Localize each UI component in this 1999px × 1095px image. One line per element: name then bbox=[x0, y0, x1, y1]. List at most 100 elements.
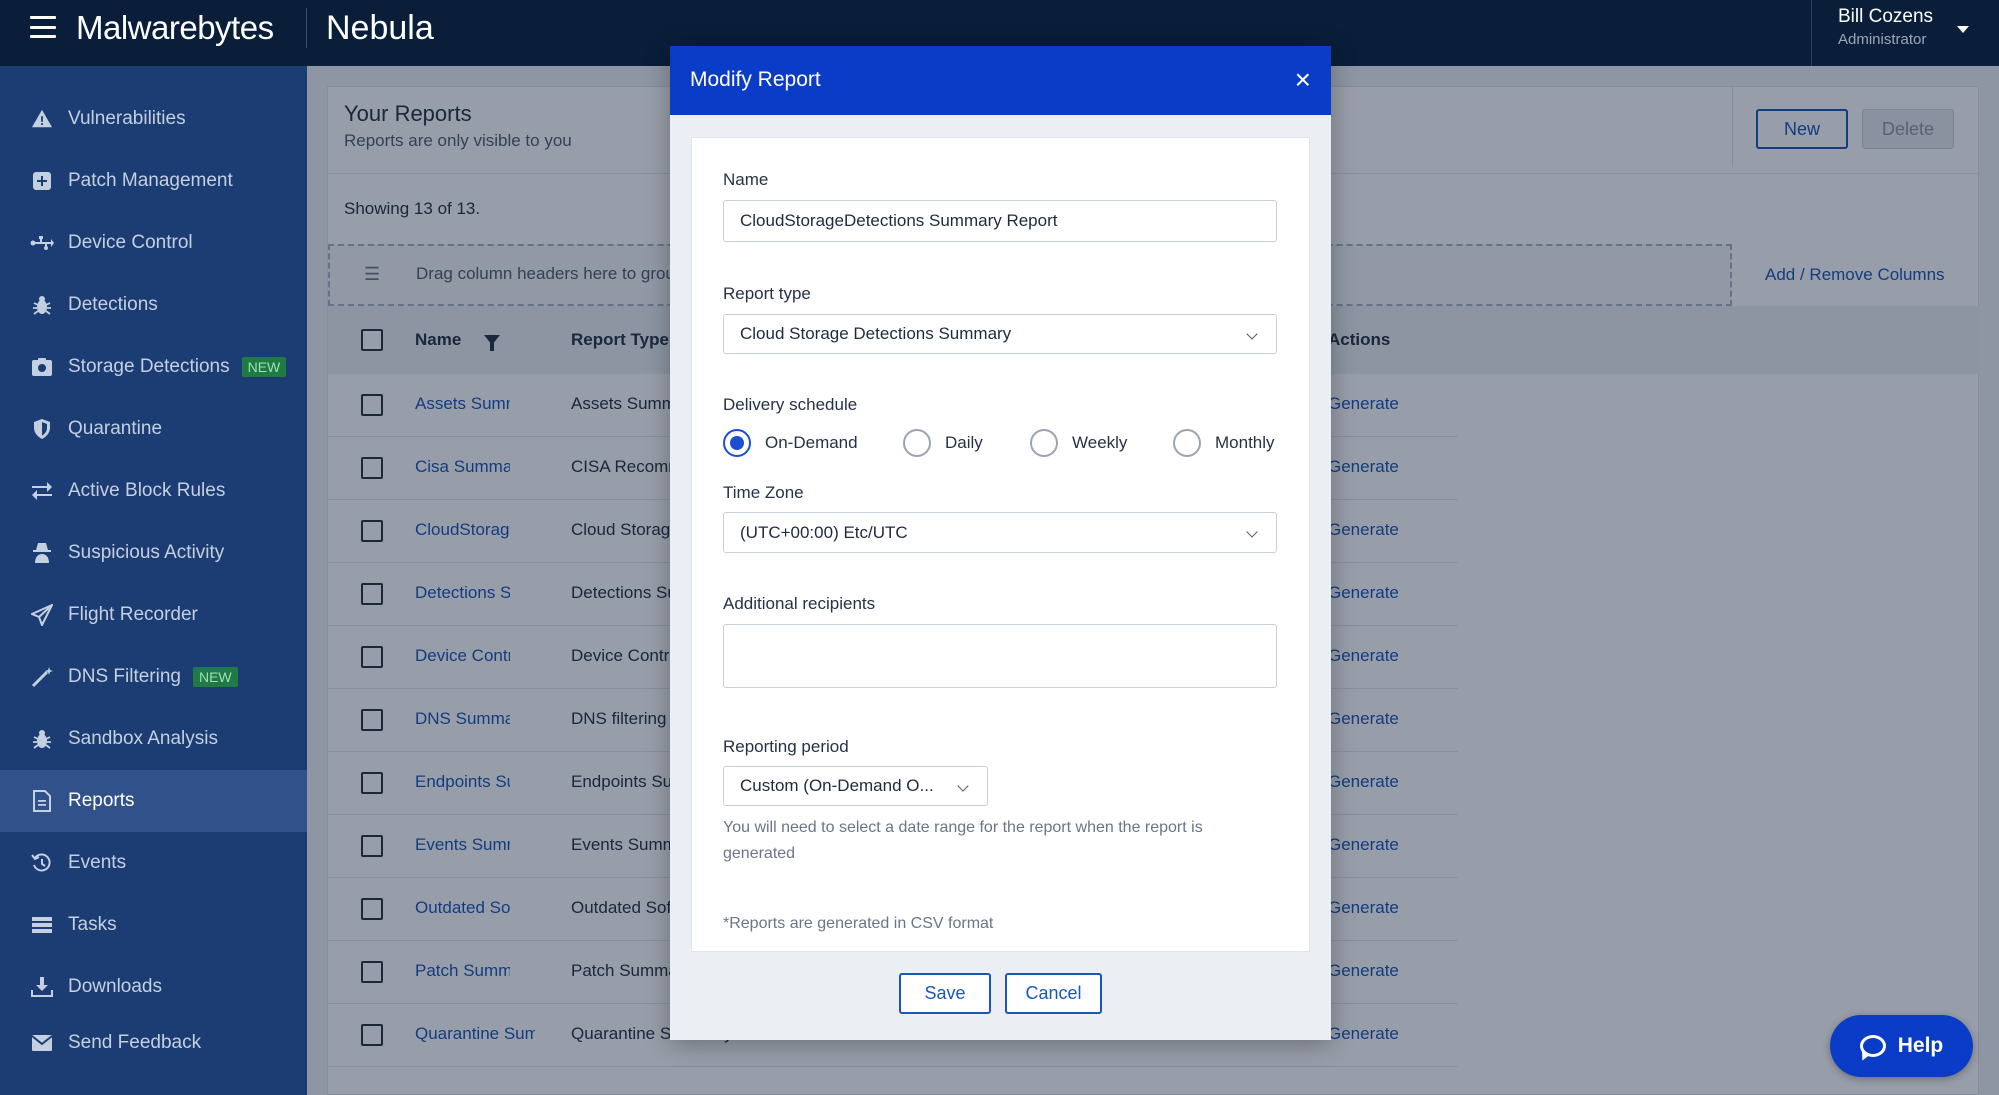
bug-icon bbox=[30, 727, 54, 751]
history-icon bbox=[30, 851, 54, 875]
sidebar-item-label: Vulnerabilities bbox=[68, 108, 186, 129]
sidebar-item-label: Downloads bbox=[68, 976, 162, 997]
sidebar-item-send-feedback[interactable]: Send Feedback bbox=[0, 1012, 307, 1074]
logo-divider bbox=[306, 8, 307, 48]
arrows-icon bbox=[30, 479, 54, 503]
menu-icon[interactable] bbox=[30, 16, 56, 38]
name-label: Name bbox=[723, 170, 769, 189]
report-type-select[interactable]: Cloud Storage Detections Summary bbox=[723, 314, 1277, 354]
sidebar-item-events[interactable]: Events bbox=[0, 832, 307, 894]
radio-label: Monthly bbox=[1215, 433, 1275, 452]
sidebar-item-suspicious-activity[interactable]: Suspicious Activity bbox=[0, 522, 307, 584]
radio-weekly[interactable]: Weekly bbox=[1030, 428, 1127, 458]
sidebar-item-label: Quarantine bbox=[68, 418, 163, 439]
reporting-period-note: You will need to select a date range for… bbox=[723, 819, 1203, 862]
radio-unselected-icon bbox=[1173, 429, 1201, 457]
caret-down-icon[interactable] bbox=[1957, 26, 1969, 33]
sidebar-item-label: Detections bbox=[68, 294, 158, 315]
sidebar-item-reports[interactable]: Reports bbox=[0, 770, 307, 832]
sidebar-item-label: Patch Management bbox=[68, 170, 233, 191]
send-icon bbox=[30, 603, 54, 627]
dialog-form: Name CloudStorageDetections Summary Repo… bbox=[691, 137, 1310, 952]
timezone-select[interactable]: (UTC+00:00) Etc/UTC bbox=[723, 512, 1277, 553]
sidebar-item-quarantine[interactable]: Quarantine bbox=[0, 398, 307, 460]
sidebar-item-label: Active Block Rules bbox=[68, 480, 226, 501]
download-icon bbox=[30, 975, 54, 999]
sidebar-item-storage-detections[interactable]: Storage Detections NEW bbox=[0, 336, 307, 398]
sidebar-item-detections[interactable]: Detections bbox=[0, 274, 307, 336]
help-button[interactable]: Help bbox=[1830, 1015, 1973, 1077]
bug-icon bbox=[30, 293, 54, 317]
sidebar-item-label: Send Feedback bbox=[68, 1032, 202, 1053]
logo[interactable]: Malwarebytes bbox=[76, 7, 274, 49]
modify-report-dialog: Modify Report × Name CloudStorageDetecti… bbox=[670, 46, 1331, 1040]
sidebar-item-label: Events bbox=[68, 852, 127, 873]
product-name: Nebula bbox=[326, 8, 434, 47]
sidebar-item-dns-filtering[interactable]: DNS Filtering NEW bbox=[0, 646, 307, 708]
timezone-value: (UTC+00:00) Etc/UTC bbox=[740, 522, 908, 542]
sidebar-item-label: Reports bbox=[68, 790, 135, 811]
chevron-down-icon bbox=[1246, 328, 1258, 340]
wand-icon bbox=[30, 665, 54, 689]
radio-unselected-icon bbox=[903, 429, 931, 457]
radio-label: Weekly bbox=[1072, 433, 1128, 452]
sidebar-item-patch-management[interactable]: Patch Management bbox=[0, 150, 307, 212]
name-input[interactable]: CloudStorageDetections Summary Report bbox=[723, 200, 1277, 242]
sidebar-item-label: Storage Detections bbox=[68, 356, 230, 377]
csv-note: *Reports are generated in CSV format bbox=[723, 915, 994, 932]
chat-icon bbox=[1859, 1035, 1886, 1057]
usb-icon bbox=[30, 231, 54, 255]
sidebar-item-flight-recorder[interactable]: Flight Recorder bbox=[0, 584, 307, 646]
warning-icon bbox=[30, 107, 54, 131]
cancel-button[interactable]: Cancel bbox=[1005, 973, 1102, 1014]
report-icon bbox=[30, 789, 54, 813]
spy-icon bbox=[30, 541, 54, 565]
patch-icon bbox=[30, 169, 54, 193]
sidebar-item-label: DNS Filtering bbox=[68, 666, 181, 687]
storage-icon bbox=[30, 355, 54, 379]
delivery-schedule-label: Delivery schedule bbox=[723, 395, 858, 414]
dialog-title: Modify Report bbox=[690, 68, 821, 91]
radio-selected-icon bbox=[723, 429, 751, 457]
sidebar-item-label: Device Control bbox=[68, 232, 193, 253]
new-badge: NEW bbox=[192, 667, 238, 687]
radio-label: On-Demand bbox=[765, 433, 858, 452]
sidebar-item-device-control[interactable]: Device Control bbox=[0, 212, 307, 274]
report-type-value: Cloud Storage Detections Summary bbox=[740, 324, 1012, 343]
dialog-header: Modify Report × bbox=[670, 46, 1331, 115]
user-name: Bill Cozens bbox=[1838, 6, 1934, 27]
recipients-input[interactable] bbox=[723, 624, 1277, 688]
save-button[interactable]: Save bbox=[899, 973, 991, 1014]
mail-icon bbox=[30, 1031, 54, 1055]
recipients-label: Additional recipients bbox=[723, 594, 876, 613]
radio-daily[interactable]: Daily bbox=[903, 428, 983, 458]
chevron-down-icon bbox=[957, 780, 969, 792]
user-role: Administrator bbox=[1838, 31, 1927, 48]
timezone-label: Time Zone bbox=[723, 483, 804, 502]
reporting-period-value: Custom (On-Demand O... bbox=[740, 776, 934, 795]
new-badge: NEW bbox=[241, 357, 287, 377]
sidebar-item-downloads[interactable]: Downloads bbox=[0, 956, 307, 1018]
chevron-down-icon bbox=[1246, 526, 1258, 538]
tasks-icon bbox=[30, 913, 54, 937]
sidebar-item-tasks[interactable]: Tasks bbox=[0, 894, 307, 956]
report-type-label: Report type bbox=[723, 284, 811, 303]
reporting-period-select[interactable]: Custom (On-Demand O... bbox=[723, 766, 988, 806]
sidebar-item-vulnerabilities[interactable]: Vulnerabilities bbox=[0, 88, 307, 150]
help-label: Help bbox=[1897, 1034, 1944, 1057]
sidebar-item-sandbox-analysis[interactable]: Sandbox Analysis bbox=[0, 708, 307, 770]
logo-text: Malwarebytes bbox=[76, 9, 274, 46]
sidebar-item-label: Suspicious Activity bbox=[68, 542, 225, 563]
user-menu[interactable]: Bill Cozens Administrator bbox=[1811, 0, 1999, 66]
sidebar: Vulnerabilities Patch Management Device … bbox=[0, 66, 307, 1095]
radio-label: Daily bbox=[945, 433, 983, 452]
sidebar-item-active-block-rules[interactable]: Active Block Rules bbox=[0, 460, 307, 522]
sidebar-item-label: Sandbox Analysis bbox=[68, 728, 218, 749]
shield-icon bbox=[30, 417, 54, 441]
sidebar-item-label: Flight Recorder bbox=[68, 604, 198, 625]
radio-monthly[interactable]: Monthly bbox=[1173, 428, 1275, 458]
radio-on-demand[interactable]: On-Demand bbox=[723, 428, 858, 458]
radio-unselected-icon bbox=[1030, 429, 1058, 457]
close-icon[interactable]: × bbox=[1295, 66, 1311, 94]
sidebar-item-label: Tasks bbox=[68, 914, 117, 935]
